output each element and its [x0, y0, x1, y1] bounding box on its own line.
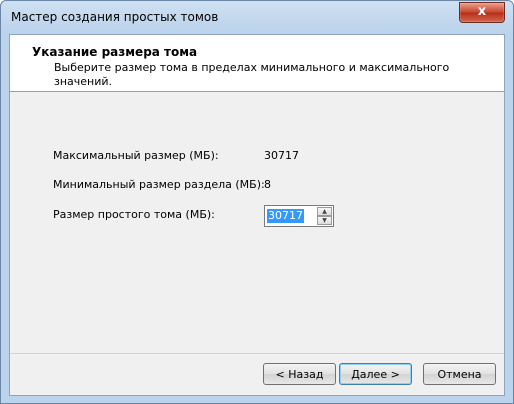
- arrow-up-icon: ▲: [322, 208, 327, 215]
- max-size-value: 30717: [264, 149, 299, 162]
- back-button[interactable]: < Назад: [263, 363, 336, 385]
- page-subtitle: Выберите размер тома в пределах минималь…: [54, 61, 450, 88]
- spin-down-button[interactable]: ▼: [317, 216, 332, 225]
- wizard-client-area: Указание размера тома Выберите размер то…: [9, 34, 505, 396]
- max-size-label: Максимальный размер (МБ):: [53, 149, 219, 162]
- spin-up-button[interactable]: ▲: [317, 207, 332, 216]
- wizard-window: Мастер создания простых томов x Указание…: [0, 0, 514, 404]
- volume-size-input[interactable]: 30717: [267, 209, 304, 223]
- footer-divider: [10, 353, 504, 354]
- volume-size-label: Размер простого тома (МБ):: [53, 208, 215, 221]
- cancel-button[interactable]: Отмена: [423, 363, 496, 385]
- min-size-value: 8: [264, 178, 271, 191]
- wizard-header: Указание размера тома Выберите размер то…: [10, 35, 504, 92]
- title-bar[interactable]: Мастер создания простых томов x: [1, 1, 513, 35]
- min-size-label: Минимальный размер раздела (МБ):: [53, 178, 265, 191]
- close-icon: x: [477, 4, 487, 19]
- close-button[interactable]: x: [459, 2, 505, 23]
- arrow-down-icon: ▼: [322, 217, 327, 224]
- volume-size-stepper[interactable]: 30717 ▲ ▼: [264, 205, 334, 227]
- next-button[interactable]: Далее >: [339, 363, 412, 385]
- window-title: Мастер создания простых томов: [11, 10, 219, 24]
- page-title: Указание размера тома: [32, 45, 198, 59]
